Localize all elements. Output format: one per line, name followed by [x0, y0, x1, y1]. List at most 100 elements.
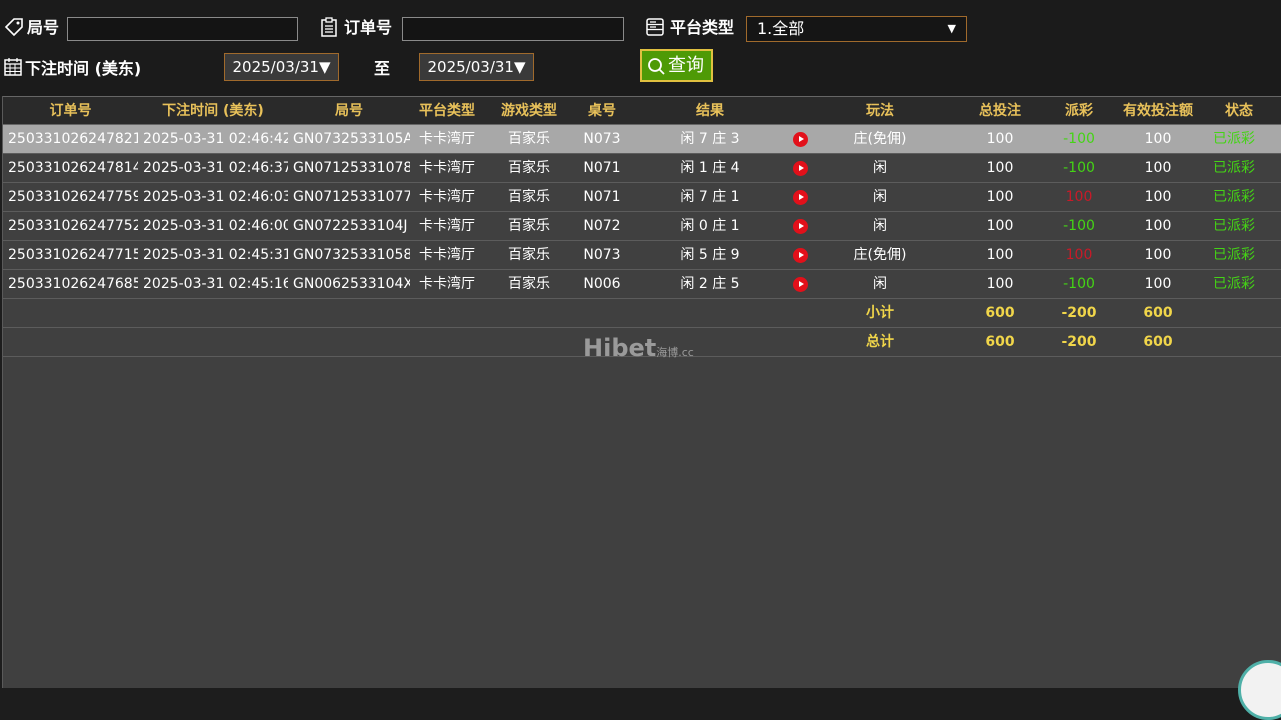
valid-bet-cell: 100	[1144, 276, 1172, 292]
table-header: 订单号 下注时间 (美东) 局号 平台类型 游戏类型 桌号 结果 玩法 总投注 …	[3, 96, 1281, 125]
table-no-cell: N071	[583, 160, 621, 176]
table-row[interactable]: 250331026247752 2025-03-31 02:46:00 GN0722…	[3, 212, 1281, 241]
order-cell: 250331026247814	[8, 160, 138, 176]
status-cell: 已派彩	[1213, 218, 1255, 234]
result-cell: 闲 1 庄 4	[680, 160, 740, 176]
order-label: 订单号	[344, 18, 393, 37]
bet-type-cell: 庄(免佣)	[853, 247, 907, 263]
platform-select[interactable]: 1.全部 ▼	[746, 16, 967, 42]
bet-type-cell: 闲	[873, 218, 887, 234]
status-cell: 已派彩	[1213, 276, 1255, 292]
status-cell: 已派彩	[1213, 131, 1255, 147]
table-row[interactable]: 250331026247685 2025-03-31 02:45:16 GN0062…	[3, 270, 1281, 299]
header-round[interactable]: 局号	[288, 97, 410, 125]
valid-bet-cell: 100	[1144, 247, 1172, 263]
filter-bar: 局号 订单号 平台类型 1.全部 ▼ 下注时间 (美东) 2025/03/31▼…	[0, 0, 1281, 96]
header-bet-type[interactable]: 玩法	[810, 97, 950, 125]
bet-time-cell: 2025-03-31 02:46:00	[143, 218, 288, 234]
play-video-icon[interactable]	[793, 161, 808, 176]
total-bet-cell: 100	[986, 247, 1014, 263]
header-valid-bet[interactable]: 有效投注额	[1108, 97, 1208, 125]
payout-cell: -100	[1063, 218, 1095, 234]
date-to-picker[interactable]: 2025/03/31▼	[419, 53, 534, 81]
play-video-icon[interactable]	[793, 248, 808, 263]
play-video-icon[interactable]	[793, 190, 808, 205]
platform-cell: 卡卡湾厅	[419, 218, 475, 234]
valid-bet-cell: 100	[1144, 189, 1172, 205]
payout-cell: -100	[1063, 160, 1095, 176]
total-bet-cell: 100	[986, 131, 1014, 147]
table-no-cell: N072	[583, 218, 621, 234]
header-result[interactable]: 结果	[630, 97, 790, 125]
order-cell: 250331026247752	[8, 218, 138, 234]
subtotal-row: 小计 600 -200 600	[3, 299, 1281, 328]
status-cell: 已派彩	[1213, 189, 1255, 205]
status-cell: 已派彩	[1213, 160, 1255, 176]
subtotal-valid: 600	[1143, 305, 1173, 321]
play-video-icon[interactable]	[793, 219, 808, 234]
table-no-cell: N073	[583, 131, 621, 147]
bet-time-cell: 2025-03-31 02:45:31	[143, 247, 288, 263]
order-cell: 250331026247715	[8, 247, 138, 263]
tag-icon	[4, 18, 23, 37]
game-cell: 百家乐	[508, 189, 550, 205]
bet-type-cell: 庄(免佣)	[853, 131, 907, 147]
round-cell: GN07125331078	[293, 160, 410, 176]
header-order[interactable]: 订单号	[3, 97, 138, 125]
query-button-label: 查询	[668, 55, 704, 76]
header-payout[interactable]: 派彩	[1050, 97, 1108, 125]
bet-type-cell: 闲	[873, 276, 887, 292]
total-label: 总计	[866, 334, 894, 350]
payout-cell: -100	[1063, 276, 1095, 292]
date-from-picker[interactable]: 2025/03/31▼	[224, 53, 339, 81]
total-bet-cell: 100	[986, 276, 1014, 292]
to-label: 至	[374, 59, 391, 78]
header-bet-time[interactable]: 下注时间 (美东)	[138, 97, 288, 125]
payout-cell: 100	[1065, 189, 1093, 205]
bet-time-cell: 2025-03-31 02:46:03	[143, 189, 288, 205]
play-video-icon[interactable]	[793, 132, 808, 147]
bet-type-cell: 闲	[873, 160, 887, 176]
table-row[interactable]: 250331026247759 2025-03-31 02:46:03 GN0712…	[3, 183, 1281, 212]
header-game[interactable]: 游戏类型	[484, 97, 574, 125]
round-label: 局号	[27, 18, 60, 37]
header-platform[interactable]: 平台类型	[410, 97, 484, 125]
table-row[interactable]: 250331026247715 2025-03-31 02:45:31 GN0732…	[3, 241, 1281, 270]
chevron-down-icon: ▼	[947, 22, 956, 35]
round-cell: GN0062533104X	[293, 276, 410, 292]
total-row: Hibet海博.cc 总计 600 -200 600	[3, 328, 1281, 362]
total-bet-cell: 100	[986, 160, 1014, 176]
round-input[interactable]	[67, 17, 298, 41]
hibet-logo: Hibet海博.cc	[583, 334, 694, 362]
table-row[interactable]: 250331026247821 2025-03-31 02:46:42 GN0732…	[3, 125, 1281, 154]
order-input[interactable]	[402, 17, 624, 41]
status-cell: 已派彩	[1213, 247, 1255, 263]
table-no-cell: N071	[583, 189, 621, 205]
valid-bet-cell: 100	[1144, 131, 1172, 147]
table-row[interactable]: 250331026247814 2025-03-31 02:46:37 GN0712…	[3, 154, 1281, 183]
calendar-icon	[4, 58, 22, 76]
round-cell: GN07125331077	[293, 189, 410, 205]
platform-selected-value: 1.全部	[757, 19, 805, 38]
bet-time-cell: 2025-03-31 02:46:37	[143, 160, 288, 176]
total-payout: -200	[1061, 334, 1097, 350]
platform-cell: 卡卡湾厅	[419, 247, 475, 263]
game-cell: 百家乐	[508, 218, 550, 234]
table-no-cell: N073	[583, 247, 621, 263]
play-video-icon[interactable]	[793, 277, 808, 292]
platform-cell: 卡卡湾厅	[419, 131, 475, 147]
result-cell: 闲 2 庄 5	[680, 276, 740, 292]
total-bet-cell: 100	[986, 218, 1014, 234]
header-video	[790, 97, 810, 125]
game-cell: 百家乐	[508, 247, 550, 263]
game-cell: 百家乐	[508, 131, 550, 147]
payout-cell: -100	[1063, 131, 1095, 147]
result-cell: 闲 5 庄 9	[680, 247, 740, 263]
round-cell: GN0722533104J	[293, 218, 408, 234]
header-table-no[interactable]: 桌号	[574, 97, 630, 125]
results-table: 订单号 下注时间 (美东) 局号 平台类型 游戏类型 桌号 结果 玩法 总投注 …	[2, 96, 1281, 688]
valid-bet-cell: 100	[1144, 218, 1172, 234]
header-status[interactable]: 状态	[1208, 97, 1270, 125]
query-button[interactable]: 查询	[640, 49, 713, 82]
header-total-bet[interactable]: 总投注	[950, 97, 1050, 125]
